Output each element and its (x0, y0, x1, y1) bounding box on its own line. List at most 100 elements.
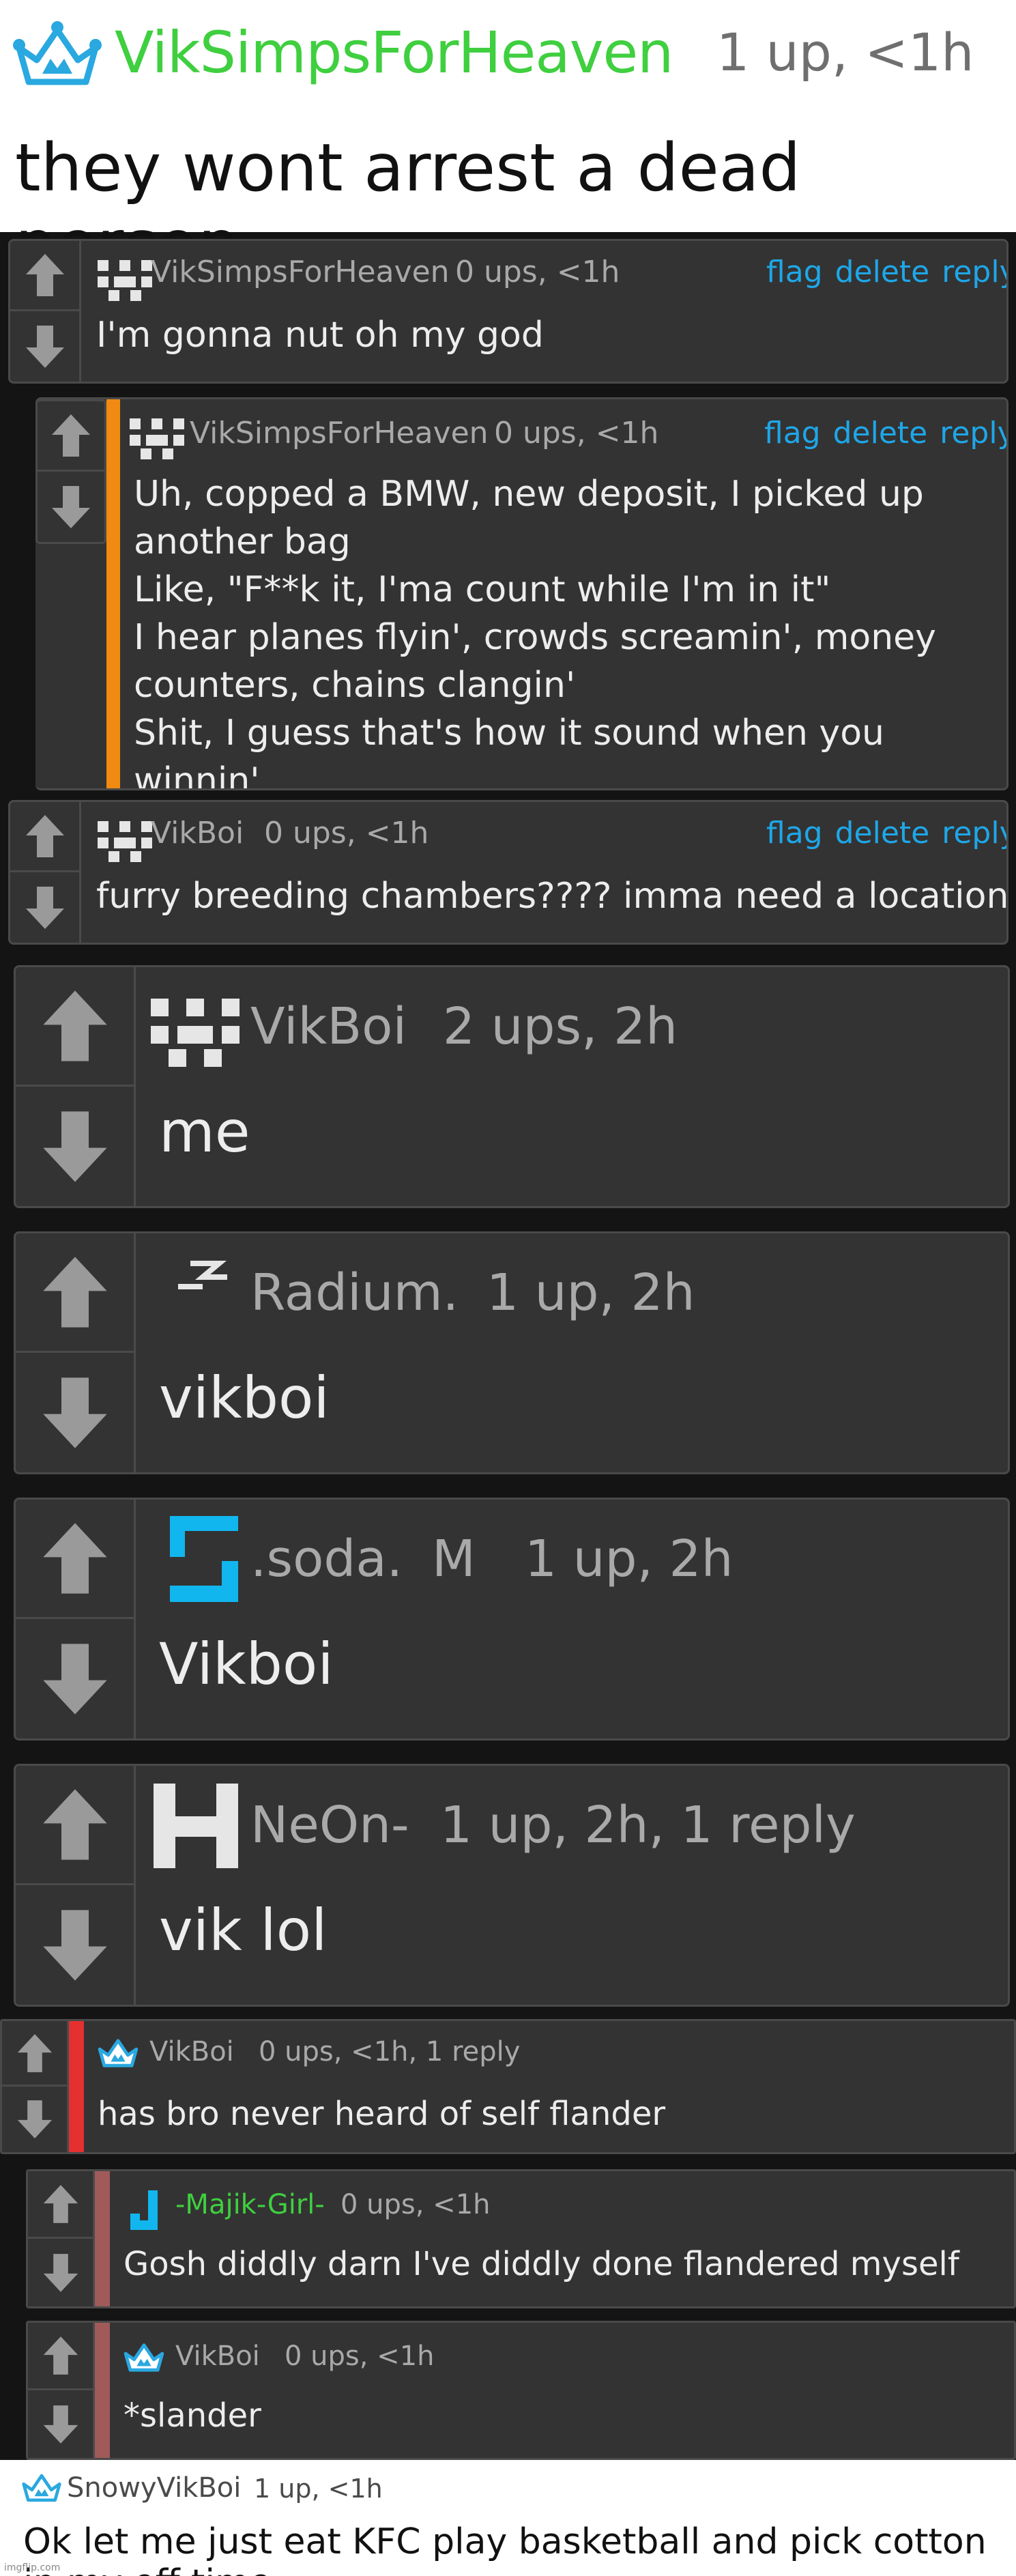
downvote-button[interactable] (16, 1087, 134, 1206)
footer-text: Ok let me just eat KFC play basketball a… (23, 2521, 987, 2576)
arrow-down-icon (42, 1643, 107, 1715)
comment-meta: 0 ups, <1h (285, 2341, 435, 2372)
downvote-button[interactable] (16, 1885, 134, 2005)
crown-icon (124, 2343, 164, 2372)
comment-card: .soda. M 1 up, 2h Vikboi (14, 1498, 1010, 1741)
reply-link[interactable]: reply (942, 816, 1006, 850)
comment-text: Vikboi (159, 1631, 334, 1698)
comment-actions: flag delete reply (754, 255, 1006, 289)
upvote-button[interactable] (16, 967, 134, 1087)
comment-text: vikboi (159, 1364, 330, 1431)
comment-card: VikBoi 0 ups, <1h flag delete reply furry … (8, 800, 1008, 945)
upvote-button[interactable] (10, 802, 79, 872)
flag-link[interactable]: flag (766, 816, 823, 850)
vote-column (2, 2021, 69, 2152)
comment-card: VikBoi 0 ups, <1h *slander (26, 2321, 1016, 2460)
comment-author[interactable]: Radium. (250, 1263, 459, 1322)
reply-indicator (95, 2323, 110, 2458)
upvote-button[interactable] (16, 1766, 134, 1885)
comment-card: VikBoi 2 ups, 2h me (14, 965, 1010, 1208)
comment-meta: 0 ups, <1h (494, 416, 659, 450)
upvote-button[interactable] (28, 2171, 93, 2239)
downvote-button[interactable] (10, 872, 79, 943)
vote-column (10, 241, 81, 382)
vote-column (28, 2171, 95, 2306)
vote-column (28, 2323, 95, 2458)
arrow-up-icon (52, 414, 90, 457)
comment-author[interactable]: VikBoi (175, 2341, 260, 2372)
post-author[interactable]: VikSimpsForHeaven (115, 19, 673, 86)
reply-indicator (69, 2021, 84, 2152)
comment-author[interactable]: VikSimpsForHeaven (151, 255, 450, 289)
arrow-down-icon (43, 2405, 78, 2444)
vote-column (16, 1766, 136, 2005)
comment-text: me (159, 1098, 250, 1165)
comment-card: NeOn- 1 up, 2h, 1 reply vik lol (14, 1764, 1010, 2007)
upvote-button[interactable] (28, 2323, 93, 2390)
lightning-avatar-icon (178, 1261, 227, 1289)
mod-badge: M (432, 1530, 476, 1588)
downvote-button[interactable] (16, 1619, 134, 1738)
delete-link[interactable]: delete (833, 416, 928, 450)
reply-indicator (106, 399, 120, 788)
avatar (98, 821, 152, 862)
arrow-down-icon (25, 886, 64, 929)
downvote-button[interactable] (16, 1353, 134, 1472)
avatar (130, 418, 184, 459)
comment-author[interactable]: .soda. (250, 1530, 403, 1588)
upvote-button[interactable] (16, 1233, 134, 1353)
comment-text: Gosh diddly darn I've diddly done flande… (124, 2245, 959, 2283)
arrow-up-icon (25, 254, 64, 296)
comment-text: Uh, copped a BMW, new deposit, I picked … (134, 474, 936, 790)
vote-column (10, 802, 81, 943)
footer-author[interactable]: SnowyVikBoi (67, 2472, 241, 2504)
neon-avatar-icon (154, 1784, 238, 1868)
upvote-button[interactable] (2, 2021, 67, 2087)
comment-card: VikSimpsForHeaven 0 ups, <1h flag delete r… (35, 397, 1008, 790)
flag-link[interactable]: flag (766, 255, 823, 289)
comment-author[interactable]: NeOn- (250, 1796, 409, 1855)
arrow-down-icon (42, 1377, 107, 1448)
comment-card: -Majik-Girl- 0 ups, <1h Gosh diddly darn… (26, 2169, 1016, 2308)
comment-author[interactable]: VikBoi (151, 816, 244, 850)
comment-author[interactable]: -Majik-Girl- (175, 2189, 325, 2220)
arrow-down-icon (42, 1909, 107, 1981)
comment-author[interactable]: VikSimpsForHeaven (190, 416, 489, 450)
arrow-up-icon (42, 1257, 107, 1328)
crown-icon (98, 2039, 139, 2067)
comment-card: VikSimpsForHeaven 0 ups, <1h flag delete r… (8, 239, 1008, 384)
vote-column (35, 399, 106, 544)
vote-column (16, 967, 136, 1206)
downvote-button[interactable] (2, 2087, 67, 2152)
reply-indicator (95, 2171, 110, 2306)
arrow-down-icon (42, 1111, 107, 1182)
majik-avatar-icon (130, 2190, 158, 2230)
avatar (98, 260, 152, 301)
downvote-button[interactable] (38, 472, 104, 542)
downvote-button[interactable] (10, 311, 79, 382)
arrow-down-icon (52, 485, 90, 528)
post-header: VikSimpsForHeaven 1 up, <1h they wont ar… (0, 0, 1016, 283)
vote-column (16, 1233, 136, 1472)
soda-avatar-icon (170, 1516, 238, 1602)
reply-link[interactable]: reply (940, 416, 1006, 450)
comment-text: vik lol (159, 1897, 328, 1964)
arrow-down-icon (43, 2253, 78, 2292)
delete-link[interactable]: delete (835, 816, 930, 850)
comment-author[interactable]: VikBoi (149, 2036, 234, 2067)
arrow-up-icon (42, 990, 107, 1061)
vote-column (16, 1500, 136, 1738)
downvote-button[interactable] (28, 2390, 93, 2458)
delete-link[interactable]: delete (835, 255, 930, 289)
watermark: imgflip.com (4, 2562, 61, 2573)
flag-link[interactable]: flag (764, 416, 821, 450)
comment-actions: flag delete reply (752, 416, 1006, 450)
arrow-down-icon (25, 325, 64, 368)
reply-link[interactable]: reply (942, 255, 1006, 289)
upvote-button[interactable] (16, 1500, 134, 1619)
comment-author[interactable]: VikBoi (250, 997, 407, 1056)
post-meta: 1 up, <1h (716, 22, 974, 83)
upvote-button[interactable] (38, 401, 104, 472)
downvote-button[interactable] (28, 2239, 93, 2306)
upvote-button[interactable] (10, 241, 79, 311)
